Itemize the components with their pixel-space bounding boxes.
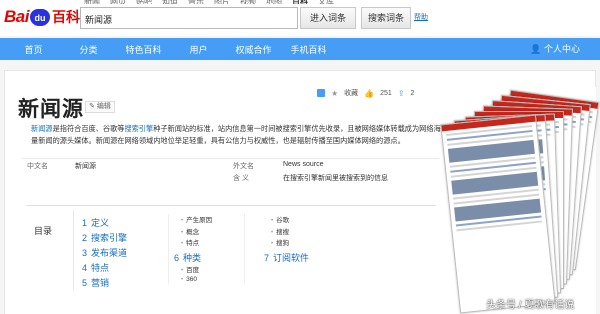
topnav-item[interactable]: 地图 xyxy=(266,0,282,4)
toc-item-label: 定义 xyxy=(91,218,110,228)
toc-subitem[interactable]: 谷歌 xyxy=(271,214,289,224)
topnav-item[interactable]: 网页 xyxy=(110,0,126,4)
toc-item-number: 2 xyxy=(82,233,88,243)
search-entry-button[interactable]: 搜索词条 xyxy=(361,7,411,29)
toc-item-label: 种类 xyxy=(183,253,202,263)
nav-item-featured[interactable]: 特色百科 xyxy=(116,43,171,56)
topnav-item[interactable]: 知道 xyxy=(162,0,178,4)
toc-subitem[interactable]: 百度 xyxy=(181,264,199,274)
toc-item[interactable]: 4 特点 xyxy=(82,261,109,274)
toc-subitem[interactable]: 搜狗 xyxy=(271,237,289,247)
toc-item[interactable]: 7 订阅软件 xyxy=(264,251,309,264)
toc-subitem[interactable]: 搜搜 xyxy=(271,226,289,236)
toc-item-label: 搜索引擎 xyxy=(91,233,128,243)
nav-item-home[interactable]: 首页 xyxy=(6,43,61,56)
info-value: 新闻源 xyxy=(75,163,96,170)
user-center-label: 个人中心 xyxy=(543,44,580,54)
toc-item-label: 订阅软件 xyxy=(273,253,310,263)
topnav-item[interactable]: 图片 xyxy=(214,0,230,4)
toc-item-number: 7 xyxy=(264,253,270,263)
entry-summary: 新闻源是指符合百度、谷歌等搜索引擎种子新闻站的标准，站内信息第一时间被搜索引擎优… xyxy=(31,123,441,147)
toc-item[interactable]: 1 定义 xyxy=(82,216,109,229)
collect-label[interactable]: 收藏 xyxy=(344,88,358,98)
basic-info-table: 中文名 新闻源 外文名 News source 含 义 在搜索引擎新闻里被搜索到… xyxy=(21,158,439,183)
toc-divider xyxy=(73,210,74,290)
page-title: 新闻源 xyxy=(18,97,84,121)
toc-subitem[interactable]: 产生原因 xyxy=(181,214,212,224)
toc-column-divider xyxy=(244,214,245,284)
enter-entry-button[interactable]: 进入词条 xyxy=(300,7,356,29)
toc-item-number: 6 xyxy=(174,253,180,263)
info-key: 外文名 xyxy=(233,163,254,170)
watermark-text: 头条号 / 夏歌有话说 xyxy=(486,300,575,311)
info-key: 含 义 xyxy=(233,175,249,182)
logo-paw-icon: du xyxy=(29,8,50,26)
summary-link-newsource[interactable]: 新闻源 xyxy=(31,124,53,133)
toc-item-number: 1 xyxy=(82,218,88,228)
topnav-item[interactable]: 贴吧 xyxy=(136,0,152,4)
topnav-item[interactable]: 文库 xyxy=(318,0,334,4)
info-row: 中文名 新闻源 外文名 News source xyxy=(21,159,439,171)
topnav-item[interactable]: 视频 xyxy=(240,0,256,4)
forward-icon[interactable]: ⇪ xyxy=(398,89,405,98)
info-value: News source xyxy=(283,161,324,168)
summary-text: 是指符合百度、谷歌等 xyxy=(52,124,125,133)
summary-link-search-engine[interactable]: 搜索引擎 xyxy=(124,124,153,133)
toc-subitem[interactable]: 360 xyxy=(181,276,197,283)
toc-item[interactable]: 6 种类 xyxy=(174,251,201,264)
toc-item-number: 3 xyxy=(82,248,88,258)
help-link[interactable]: 帮助 xyxy=(414,12,428,22)
edit-button[interactable]: ✎ 编辑 xyxy=(85,101,115,113)
table-of-contents: 目录 1定义 2搜索引擎 3发布渠道 4特点 5营销 产生原因 概念 特点 6种… xyxy=(26,205,436,293)
info-row: 含 义 在搜索引擎新闻里被搜索到的信息 xyxy=(21,171,439,183)
topnav-item[interactable]: 音乐 xyxy=(188,0,204,4)
toc-item-label: 发布渠道 xyxy=(91,248,128,258)
main-navbar: 首页 分类 特色百科 用户 权威合作 手机百科 👤 个人中心 xyxy=(0,38,600,60)
toc-item-number: 4 xyxy=(82,263,88,273)
topnav-item[interactable]: 新闻 xyxy=(84,0,100,4)
top-product-nav: 新闻 网页 贴吧 知道 音乐 图片 视频 地图 百科 文库 xyxy=(84,0,334,4)
user-center-link[interactable]: 👤 个人中心 xyxy=(530,38,580,60)
image-album[interactable] xyxy=(440,87,600,314)
toc-item-label: 营销 xyxy=(91,278,110,288)
share-icon[interactable] xyxy=(317,89,325,97)
info-value: 在搜索引擎新闻里被搜索到的信息 xyxy=(283,175,388,182)
nav-item-mobile[interactable]: 手机百科 xyxy=(281,43,336,56)
topnav-item-active[interactable]: 百科 xyxy=(292,0,308,4)
toc-item[interactable]: 3 发布渠道 xyxy=(82,246,127,259)
toc-item[interactable]: 5 营销 xyxy=(82,276,109,289)
album-thumbnail xyxy=(440,114,556,314)
edit-label: 编辑 xyxy=(96,103,111,110)
nav-item-category[interactable]: 分类 xyxy=(61,43,116,56)
logo-text-baike: 百科 xyxy=(51,9,80,25)
info-key: 中文名 xyxy=(27,163,48,170)
entry-stats: ★ 收藏 👍 251 ⇪ 2 xyxy=(317,88,414,98)
toc-column-divider xyxy=(168,214,169,284)
top-header: Bai du 百科 新闻 网页 贴吧 知道 音乐 图片 视频 地图 百科 文库 … xyxy=(0,0,600,36)
baidu-baike-logo[interactable]: Bai du 百科 xyxy=(4,6,80,28)
star-icon[interactable]: ★ xyxy=(331,89,338,98)
toc-subitem[interactable]: 特点 xyxy=(181,237,199,247)
pencil-icon: ✎ xyxy=(89,103,95,110)
likes-count: 251 xyxy=(380,89,392,97)
entry-panel: 新闻源 ✎ 编辑 ★ 收藏 👍 251 ⇪ 2 新闻源是指符合百度、谷歌等搜索引… xyxy=(4,70,600,314)
search-input[interactable]: 新闻源 xyxy=(80,7,298,29)
logo-text-bai: Bai xyxy=(4,7,29,26)
nav-item-users[interactable]: 用户 xyxy=(171,43,226,56)
nav-item-authority[interactable]: 权威合作 xyxy=(226,43,281,56)
toc-item-label: 特点 xyxy=(91,263,110,273)
toc-subitem[interactable]: 概念 xyxy=(181,226,199,236)
toc-label: 目录 xyxy=(34,226,53,236)
toc-item[interactable]: 2 搜索引擎 xyxy=(82,231,127,244)
toc-item-number: 5 xyxy=(82,278,88,288)
shares-count: 2 xyxy=(410,89,415,97)
user-icon: 👤 xyxy=(530,44,542,54)
thumbs-up-icon[interactable]: 👍 xyxy=(364,89,374,98)
